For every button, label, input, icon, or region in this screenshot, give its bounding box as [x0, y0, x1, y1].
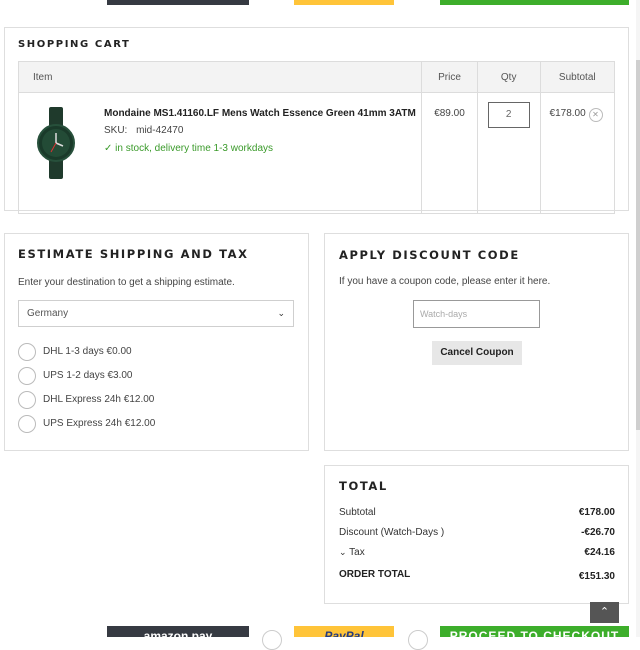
item-subtotal: €178.00 [549, 108, 586, 119]
discount-label: Discount (Watch-Days ) [339, 527, 445, 538]
coupon-input[interactable]: Watch-days [413, 300, 540, 328]
totals-heading: TOTAL [339, 479, 388, 493]
paypal-button-top[interactable] [294, 0, 394, 5]
col-qty: Qty [477, 61, 541, 93]
tax-value: €24.16 [584, 547, 615, 558]
or-circle-icon [262, 630, 282, 650]
amazon-pay-label: amazon pay [143, 629, 213, 637]
checkout-button-top[interactable] [440, 0, 629, 5]
proceed-to-checkout-button[interactable]: PROCEED TO CHECKOUT [440, 626, 629, 637]
shipping-option-label: UPS 1-2 days €3.00 [43, 370, 133, 381]
shipping-radio-ups-express[interactable] [18, 415, 36, 433]
discount-row: Discount (Watch-Days ) -€26.70 [339, 527, 615, 538]
chevron-up-icon: ⌃ [599, 606, 610, 618]
sku-label: SKU: [104, 125, 128, 136]
shipping-intro: Enter your destination to get a shipping… [18, 277, 235, 288]
paypal-label: PayPal [324, 629, 364, 637]
checkout-label: PROCEED TO CHECKOUT [449, 629, 620, 637]
or-circle-icon [408, 630, 428, 650]
chevron-down-icon: ⌄ [277, 308, 285, 318]
product-image[interactable] [37, 107, 75, 179]
table-row: Mondaine MS1.41160.LF Mens Watch Essence… [18, 92, 615, 214]
product-name[interactable]: Mondaine MS1.41160.LF Mens Watch Essence… [104, 108, 416, 119]
discount-value: -€26.70 [581, 527, 615, 538]
country-select[interactable]: Germany ⌄ [18, 300, 294, 327]
shipping-radio-dhl-express[interactable] [18, 391, 36, 409]
tax-row[interactable]: ⌄ Tax €24.16 [339, 547, 615, 558]
shipping-option-label: DHL 1-3 days €0.00 [43, 346, 132, 357]
country-value: Germany [27, 308, 69, 319]
tax-label: Tax [349, 547, 365, 558]
shipping-option-label: DHL Express 24h €12.00 [43, 394, 155, 405]
cancel-coupon-button[interactable]: Cancel Coupon [432, 341, 522, 365]
scrollbar-thumb[interactable] [636, 60, 640, 430]
shipping-option-label: UPS Express 24h €12.00 [43, 418, 156, 429]
shipping-radio-ups[interactable] [18, 367, 36, 385]
subtotal-value: €178.00 [578, 507, 615, 518]
subtotal-label: Subtotal [339, 507, 376, 518]
remove-item-icon[interactable]: ✕ [588, 108, 603, 122]
discount-intro: If you have a coupon code, please enter … [339, 276, 551, 287]
scrollbar[interactable] [636, 0, 640, 637]
shipping-heading: ESTIMATE SHIPPING AND TAX [18, 247, 249, 261]
order-total-row: ORDER TOTAL €151.30 [339, 569, 615, 582]
sku-value: mid-42470 [136, 125, 184, 136]
check-icon: ✓ [104, 143, 113, 154]
item-price: €89.00 [421, 92, 478, 214]
amazon-pay-button[interactable]: amazon pay [107, 626, 249, 637]
shipping-radio-dhl[interactable] [18, 343, 36, 361]
order-total-label: ORDER TOTAL [339, 569, 411, 580]
col-subtotal: Subtotal [540, 61, 615, 93]
chevron-down-icon[interactable]: ⌄ [339, 547, 347, 557]
cart-heading: SHOPPING CART [18, 39, 131, 50]
paypal-button[interactable]: PayPal [294, 626, 394, 637]
col-item: Item [18, 61, 423, 93]
discount-heading: APPLY DISCOUNT CODE [339, 248, 520, 262]
quantity-input[interactable]: 2 [487, 102, 530, 128]
subtotal-row: Subtotal €178.00 [339, 507, 615, 518]
scroll-to-top-button[interactable]: ⌃ [590, 602, 619, 623]
col-price: Price [421, 61, 478, 93]
order-total-value: €151.30 [578, 571, 615, 582]
cart-table: Item Price Qty Subtotal Mondaine MS1.411… [18, 61, 615, 214]
stock-status: in stock, delivery time 1-3 workdays [115, 143, 274, 154]
amazon-pay-button-top[interactable] [107, 0, 249, 5]
